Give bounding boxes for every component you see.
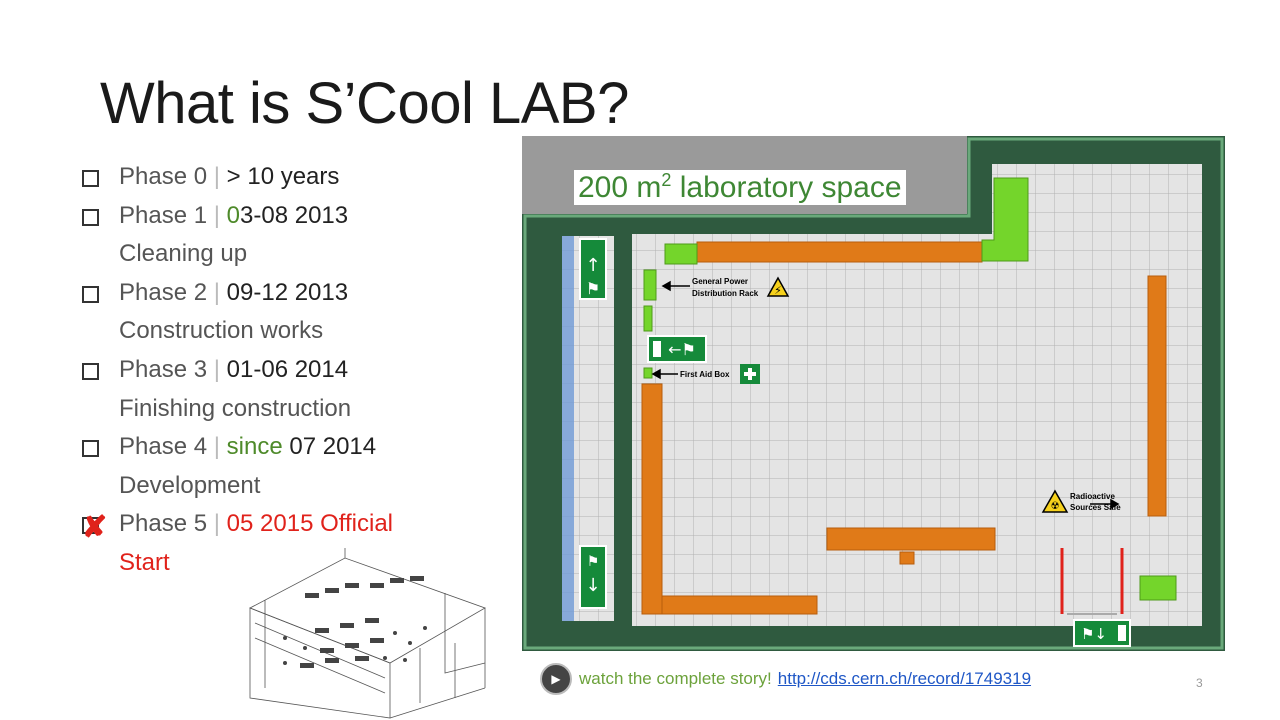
checkbox-icon <box>82 362 99 380</box>
phase-official: Official <box>320 510 394 538</box>
phase-label: Phase 3 <box>119 355 208 383</box>
phase-list: Phase 0 | > 10 years Phase 1 | 03-08 201… <box>82 158 482 583</box>
separator: | <box>213 201 220 229</box>
phase-date: 01-06 2014 <box>226 355 349 383</box>
svg-text:←⚑: ←⚑ <box>668 340 696 359</box>
phase-date-part: 3-08 2013 <box>240 201 349 229</box>
phase-label: Phase 1 <box>119 201 208 229</box>
exit-sign-left-bottom: ⚑ ↓ <box>579 545 607 609</box>
separator: | <box>213 278 220 306</box>
area-number: 200 m <box>578 171 662 204</box>
svg-text:↓: ↓ <box>585 575 600 596</box>
exit-sign-bottom: ⚑↓ <box>1073 619 1131 647</box>
phase-date: 07 2014 <box>289 433 377 461</box>
phase-date: 09-12 2013 <box>226 278 349 306</box>
svg-text:↑: ↑ <box>585 255 600 276</box>
phase-desc: Cleaning up <box>119 240 248 268</box>
svg-text:⚡: ⚡ <box>774 284 782 297</box>
phase-label: Phase 2 <box>119 278 208 306</box>
phase-label: Phase 0 <box>119 163 208 190</box>
power-rack-label-1: General Power <box>692 277 748 286</box>
separator: | <box>213 433 220 461</box>
phase-date: 05 2015 <box>226 510 314 538</box>
lab-wireframe-drawing <box>249 548 486 719</box>
power-rack-label-2: Distribution Rack <box>692 289 759 298</box>
phase-desc: Finishing construction <box>119 394 352 422</box>
phase-3-item: Phase 3 | 01-06 2014 Finishing construct… <box>82 351 482 428</box>
exit-sign-middle: ←⚑ <box>647 335 707 363</box>
separator: | <box>213 510 220 538</box>
checkbox-icon <box>82 285 99 303</box>
radioactive-label-1: Radioactive <box>1070 492 1115 501</box>
svg-text:⚑: ⚑ <box>586 279 600 298</box>
watch-story: ▶ watch the complete story! http://cds.c… <box>540 663 1031 695</box>
separator: | <box>213 355 220 383</box>
phase-desc: Construction works <box>119 317 324 345</box>
checkbox-icon <box>82 208 99 226</box>
floor-plan: ↑ ⚑ ⚑ ↓ ←⚑ ⚑↓ ⚡ ☢ General Power Distribu… <box>522 136 1225 651</box>
phase-1-item: Phase 1 | 03-08 2013 Cleaning up <box>82 197 482 274</box>
svg-text:⚑: ⚑ <box>587 554 600 570</box>
first-aid-label: First Aid Box <box>680 370 730 379</box>
phase-desc: Start <box>119 548 170 576</box>
radioactive-label-2: Sources Safe <box>1070 503 1121 512</box>
checkbox-icon <box>82 440 99 458</box>
exit-sign-left-top: ↑ ⚑ <box>579 238 607 300</box>
page-title: What is S’Cool LAB? <box>100 71 629 136</box>
phase-desc: Development <box>119 471 261 499</box>
watch-text: watch the complete story! <box>579 669 772 688</box>
svg-text:☢: ☢ <box>1051 501 1060 512</box>
phase-since: since <box>226 433 283 461</box>
phase-date-part: 0 <box>226 201 241 229</box>
phase-4-item: Phase 4 | since 07 2014 Development <box>82 428 482 505</box>
phase-label: Phase 4 <box>119 433 208 461</box>
record-link[interactable]: http://cds.cern.ch/record/1749319 <box>778 669 1031 689</box>
svg-text:⚑↓: ⚑↓ <box>1081 625 1107 643</box>
play-icon[interactable]: ▶ <box>540 663 572 695</box>
phase-2-item: Phase 2 | 09-12 2013 Construction works <box>82 274 482 351</box>
area-superscript: 2 <box>661 170 672 190</box>
phase-label: Phase 5 <box>119 510 208 538</box>
phase-0-item: Phase 0 | > 10 years <box>82 158 482 197</box>
page-number: 3 <box>1196 676 1203 690</box>
checkbox-icon <box>82 170 99 187</box>
red-cross-icon: ✘ <box>82 511 108 545</box>
phase-date: > 10 years <box>226 163 340 190</box>
separator: | <box>213 163 220 190</box>
area-label: 200 m2 laboratory space <box>574 170 906 205</box>
area-text: laboratory space <box>671 171 902 204</box>
